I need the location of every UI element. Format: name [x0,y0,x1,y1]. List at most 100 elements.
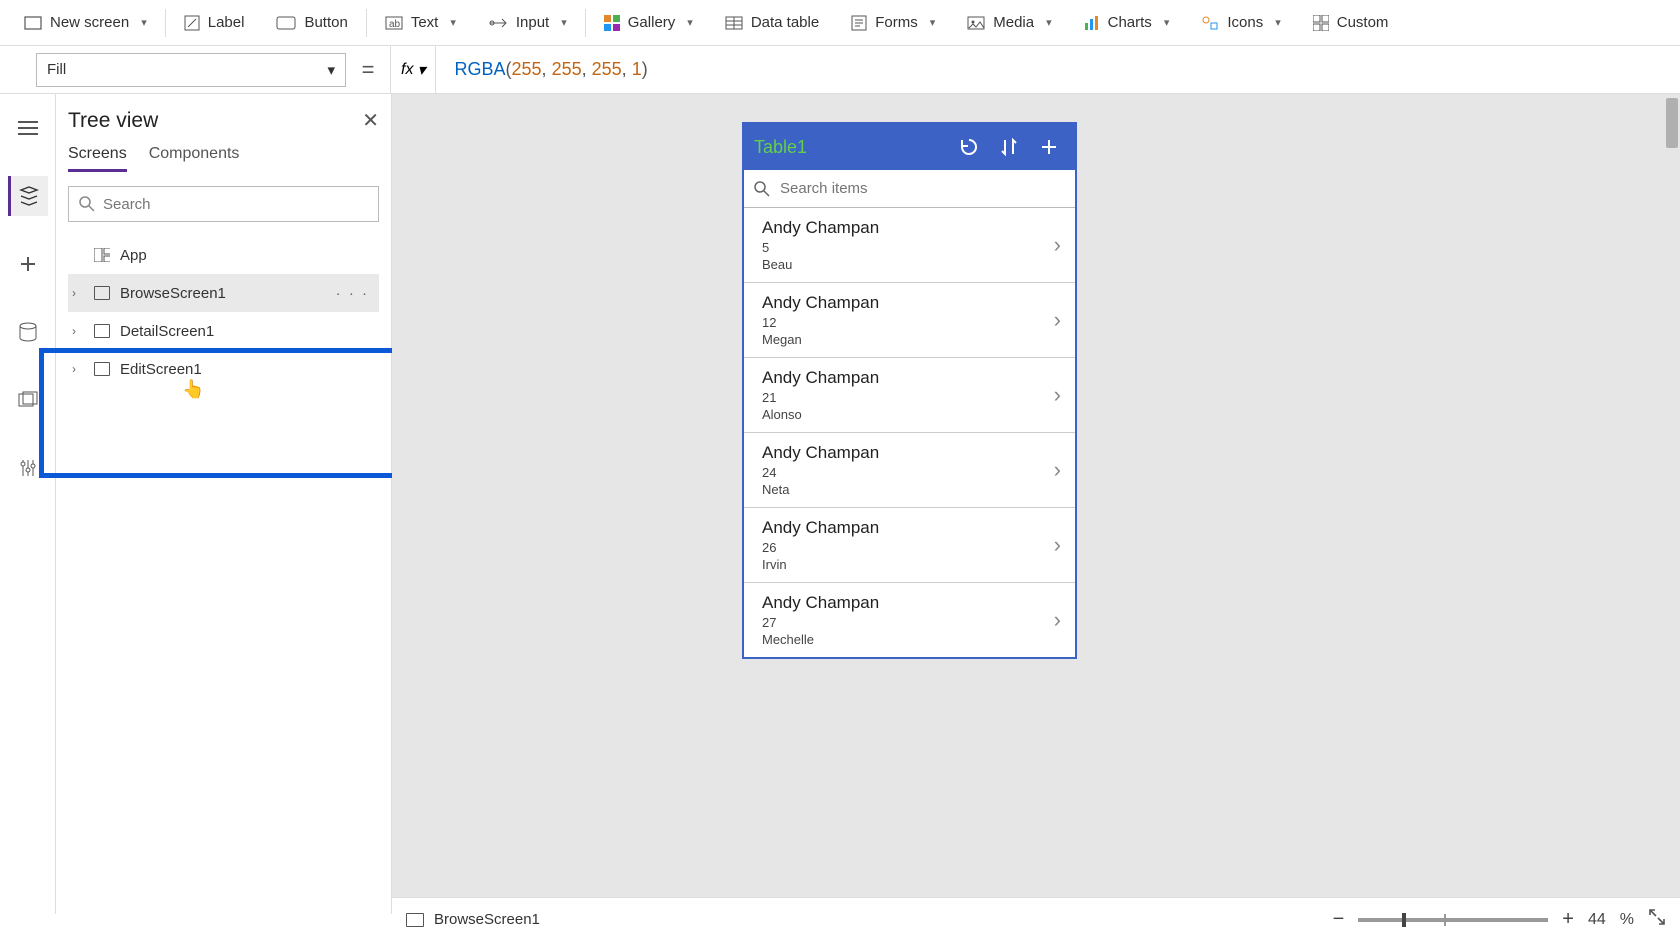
chevron-right-icon[interactable]: › [1054,532,1061,558]
zoom-in-button[interactable]: + [1562,908,1574,931]
tree-item-label: EditScreen1 [120,361,379,378]
screen-icon [94,286,110,300]
custom-button[interactable]: Custom [1299,0,1403,45]
gallery-item[interactable]: Andy Champan 26 Irvin › [744,508,1075,583]
chevron-right-icon[interactable]: › [1054,232,1061,258]
insert-icon[interactable] [8,244,48,284]
item-sub2: Irvin [762,557,1054,572]
search-icon [79,196,95,212]
fx-button[interactable]: fx ▾ [390,46,436,94]
item-sub1: 24 [762,465,1054,480]
fullscreen-icon[interactable] [1648,908,1666,931]
tree-row-browsescreen[interactable]: › BrowseScreen1 · · · [68,274,379,312]
data-icon[interactable] [8,312,48,352]
screen-icon [406,913,424,927]
zoom-out-button[interactable]: − [1333,908,1345,931]
scrollbar-thumb[interactable] [1666,98,1678,148]
new-screen-label: New screen [50,14,129,31]
canvas[interactable]: Table1 Andy Champan 5 Beau › Andy Cha [392,94,1680,914]
left-rail [0,94,56,914]
forms-label: Forms [875,14,918,31]
input-button[interactable]: Input ▾ [474,0,581,45]
tree-title: Tree view [68,109,158,133]
chevron-right-icon[interactable]: › [72,362,84,376]
chevron-right-icon[interactable]: › [1054,382,1061,408]
chevron-down-icon: ▾ [687,16,693,29]
preview-header: Table1 [744,124,1075,170]
hamburger-icon[interactable] [8,108,48,148]
forms-button[interactable]: Forms ▾ [837,0,949,45]
icons-label: Icons [1227,14,1263,31]
refresh-icon[interactable] [953,131,985,163]
tree-view-icon[interactable] [8,176,48,216]
custom-label: Custom [1337,14,1389,31]
item-sub2: Megan [762,332,1054,347]
more-icon[interactable]: · · · [336,285,379,302]
tree-search-input[interactable] [103,196,368,213]
tree-row-detailscreen[interactable]: › DetailScreen1 [68,312,379,350]
media-icon [967,16,985,30]
item-sub1: 21 [762,390,1054,405]
tree-row-editscreen[interactable]: › EditScreen1 [68,350,379,388]
media-button[interactable]: Media ▾ [953,0,1065,45]
media-label: Media [993,14,1034,31]
zoom-notch [1444,914,1446,926]
gallery-item[interactable]: Andy Champan 27 Mechelle › [744,583,1075,657]
chevron-down-icon: ▾ [1164,16,1170,29]
advanced-tools-icon[interactable] [8,448,48,488]
tab-components[interactable]: Components [149,145,240,172]
text-button[interactable]: ab Text ▾ [371,0,470,45]
close-icon[interactable]: ✕ [362,108,379,133]
chevron-right-icon[interactable]: › [1054,307,1061,333]
gallery-item[interactable]: Andy Champan 21 Alonso › [744,358,1075,433]
button-button[interactable]: Button [262,0,361,45]
gallery-item[interactable]: Andy Champan 5 Beau › [744,208,1075,283]
gallery-item[interactable]: Andy Champan 12 Megan › [744,283,1075,358]
new-screen-button[interactable]: New screen ▾ [10,0,161,45]
chevron-down-icon: ▾ [327,61,335,79]
media-rail-icon[interactable] [8,380,48,420]
add-icon[interactable] [1033,131,1065,163]
label-button[interactable]: Label [170,0,259,45]
separator [165,9,166,37]
zoom-slider[interactable] [1358,918,1548,922]
item-title: Andy Champan [762,368,1054,388]
chevron-down-icon: ▾ [1046,16,1052,29]
input-label: Input [516,14,549,31]
tab-screens[interactable]: Screens [68,145,127,172]
app-icon [94,248,110,262]
formula-func: RGBA [454,59,505,79]
scrollbar[interactable] [1664,94,1680,914]
property-selector[interactable]: Fill ▾ [36,53,346,87]
gallery-icon [604,15,620,31]
gallery-button[interactable]: Gallery ▾ [590,0,707,45]
preview-search-input[interactable] [780,180,1065,197]
status-screen-label: BrowseScreen1 [434,911,540,928]
gallery-item[interactable]: Andy Champan 24 Neta › [744,433,1075,508]
item-sub2: Neta [762,482,1054,497]
item-sub2: Alonso [762,407,1054,422]
label-icon [184,15,200,31]
item-title: Andy Champan [762,443,1054,463]
item-sub1: 26 [762,540,1054,555]
preview-search[interactable] [744,170,1075,208]
chevron-right-icon[interactable]: › [1054,457,1061,483]
icons-button[interactable]: Icons ▾ [1187,0,1294,45]
data-table-label: Data table [751,14,819,31]
tree-search[interactable] [68,186,379,222]
zoom-thumb[interactable] [1402,913,1406,927]
insert-ribbon: New screen ▾ Label Button ab Text ▾ Inpu… [0,0,1680,46]
chevron-right-icon[interactable]: › [1054,607,1061,633]
button-label: Button [304,14,347,31]
zoom-pct: % [1620,911,1634,929]
chevron-right-icon[interactable]: › [72,286,84,300]
chevron-right-icon[interactable]: › [72,324,84,338]
data-table-button[interactable]: Data table [711,0,833,45]
tree-item-label: BrowseScreen1 [120,285,326,302]
app-preview[interactable]: Table1 Andy Champan 5 Beau › Andy Cha [742,122,1077,659]
text-label: Text [411,14,439,31]
tree-row-app[interactable]: App [68,236,379,274]
charts-button[interactable]: Charts ▾ [1070,0,1184,45]
sort-icon[interactable] [993,131,1025,163]
formula-input[interactable]: RGBA(255, 255, 255, 1) [436,59,647,80]
